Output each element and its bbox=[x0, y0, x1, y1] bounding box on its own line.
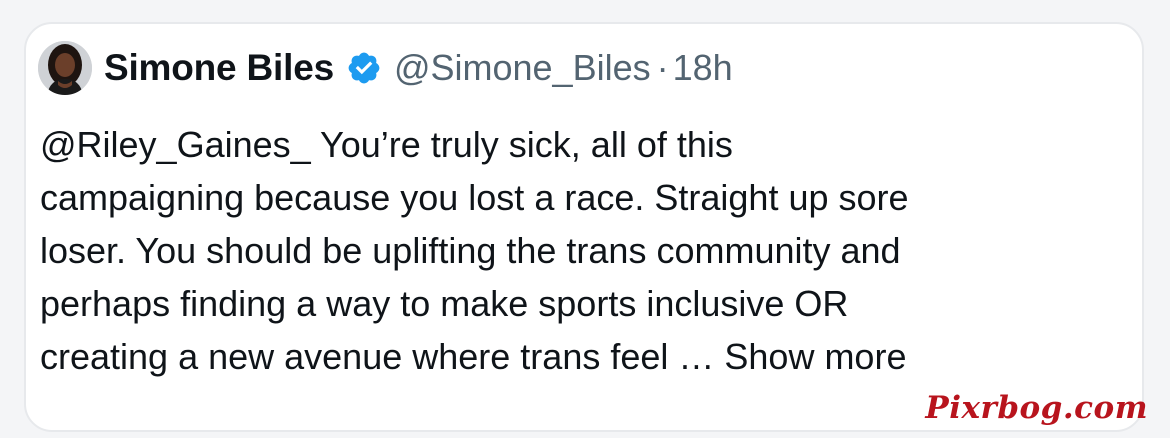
tweet-text-line: perhaps finding a way to make sports inc… bbox=[40, 283, 849, 324]
show-more-link[interactable]: Show more bbox=[724, 336, 906, 377]
avatar-image bbox=[38, 41, 92, 95]
tweet-text: @Riley_Gaines_ You’re truly sick, all of… bbox=[40, 118, 1100, 383]
author-handle[interactable]: @Simone_Biles bbox=[394, 47, 651, 89]
timestamp[interactable]: 18h bbox=[673, 47, 733, 89]
avatar[interactable] bbox=[38, 41, 92, 95]
separator-dot: · bbox=[656, 47, 669, 88]
tweet-text-line: campaigning because you lost a race. Str… bbox=[40, 177, 909, 218]
tweet-header: Simone Biles @Simone_Biles · 18h bbox=[38, 38, 733, 98]
tweet-text-line: @Riley_Gaines_ You’re truly sick, all of… bbox=[40, 124, 733, 165]
author-name[interactable]: Simone Biles bbox=[104, 47, 334, 89]
tweet-text-line-last: creating a new avenue where trans feel …… bbox=[40, 330, 1100, 383]
watermark: Pixrbog.com bbox=[925, 390, 1148, 426]
tweet-text-line: loser. You should be uplifting the trans… bbox=[40, 230, 901, 271]
tweet-text-fragment: creating a new avenue where trans feel … bbox=[40, 336, 725, 377]
verified-badge-icon bbox=[346, 50, 382, 86]
